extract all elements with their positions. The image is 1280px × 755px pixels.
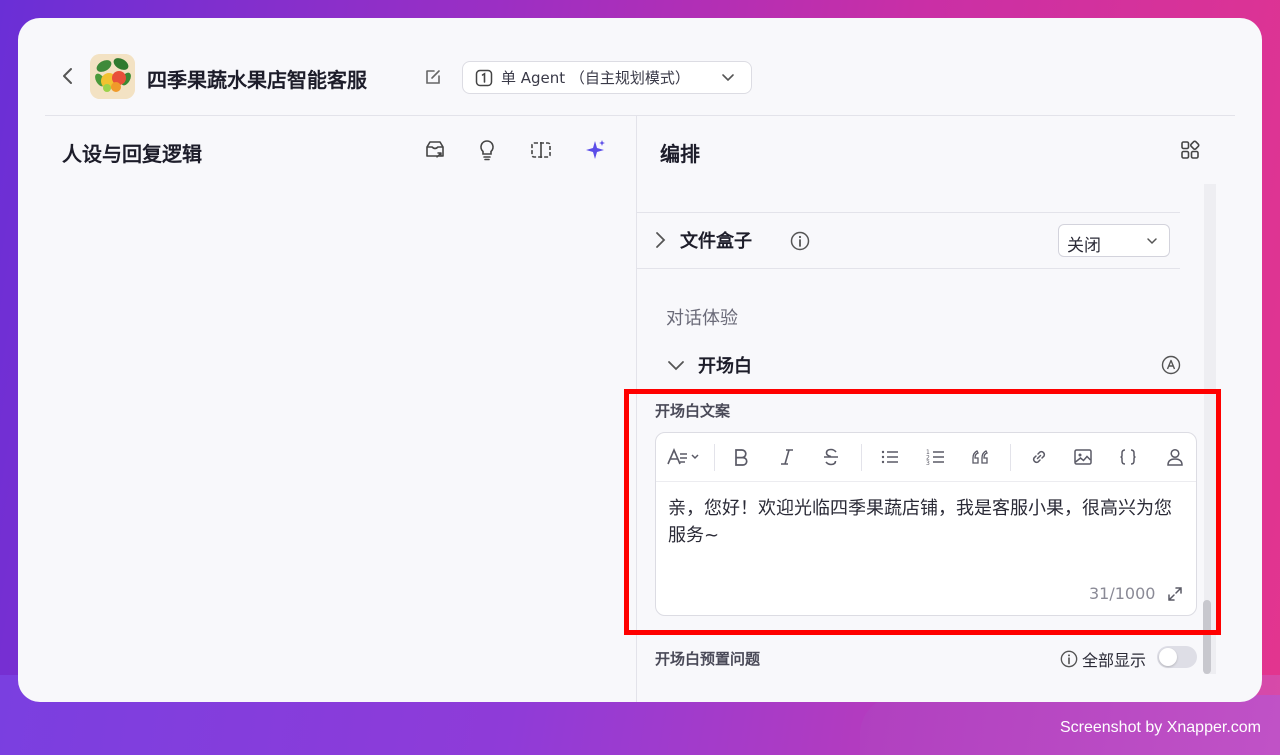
agent-mode-label: 单 Agent （自主规划模式）	[501, 69, 690, 87]
lightbulb-icon[interactable]	[475, 138, 499, 162]
auto-mode-icon[interactable]	[1161, 355, 1181, 375]
persona-panel-title: 人设与回复逻辑	[62, 142, 202, 166]
back-icon[interactable]	[58, 66, 78, 86]
opening-row: 开场白	[636, 345, 1181, 385]
toggle-knob	[1159, 648, 1177, 666]
chevron-right-icon[interactable]	[650, 230, 670, 250]
file-box-row: 文件盒子 关闭	[636, 212, 1180, 268]
prompt-library-icon[interactable]	[423, 138, 447, 162]
show-all-label: 全部显示	[1082, 651, 1147, 670]
watermark: Screenshot by Xnapper.com	[1059, 719, 1261, 736]
edit-icon[interactable]	[423, 67, 443, 87]
section-divider	[636, 268, 1180, 269]
show-all-toggle[interactable]	[1157, 646, 1197, 668]
info-icon[interactable]	[1060, 650, 1078, 668]
info-icon[interactable]	[790, 231, 810, 251]
file-box-select[interactable]: 关闭	[1058, 224, 1170, 257]
chevron-down-icon	[722, 74, 734, 82]
agent-mode-select[interactable]: 单 Agent （自主规划模式）	[462, 61, 752, 94]
file-box-select-value: 关闭	[1067, 236, 1101, 256]
split-view-icon[interactable]	[529, 138, 553, 162]
app-avatar	[90, 54, 135, 99]
chevron-down-icon	[1147, 238, 1157, 245]
persona-panel: 人设与回复逻辑	[45, 116, 637, 702]
show-all: 全部显示	[1060, 647, 1146, 671]
ai-sparkle-icon[interactable]	[583, 138, 607, 162]
orchestration-panel-title: 编排	[660, 142, 700, 166]
file-box-label: 文件盒子	[680, 231, 752, 252]
highlight-box	[624, 389, 1221, 635]
grid-icon[interactable]	[1180, 140, 1200, 160]
opening-label: 开场白	[698, 356, 752, 377]
preset-questions-label: 开场白预置问题	[655, 650, 761, 668]
dialog-experience-heading: 对话体验	[666, 308, 738, 329]
chevron-down-icon[interactable]	[666, 355, 686, 375]
header: 四季果蔬水果店智能客服 单 Agent （自主规划模式）	[18, 18, 1262, 116]
single-agent-icon	[475, 69, 493, 86]
app-title: 四季果蔬水果店智能客服	[147, 68, 367, 92]
